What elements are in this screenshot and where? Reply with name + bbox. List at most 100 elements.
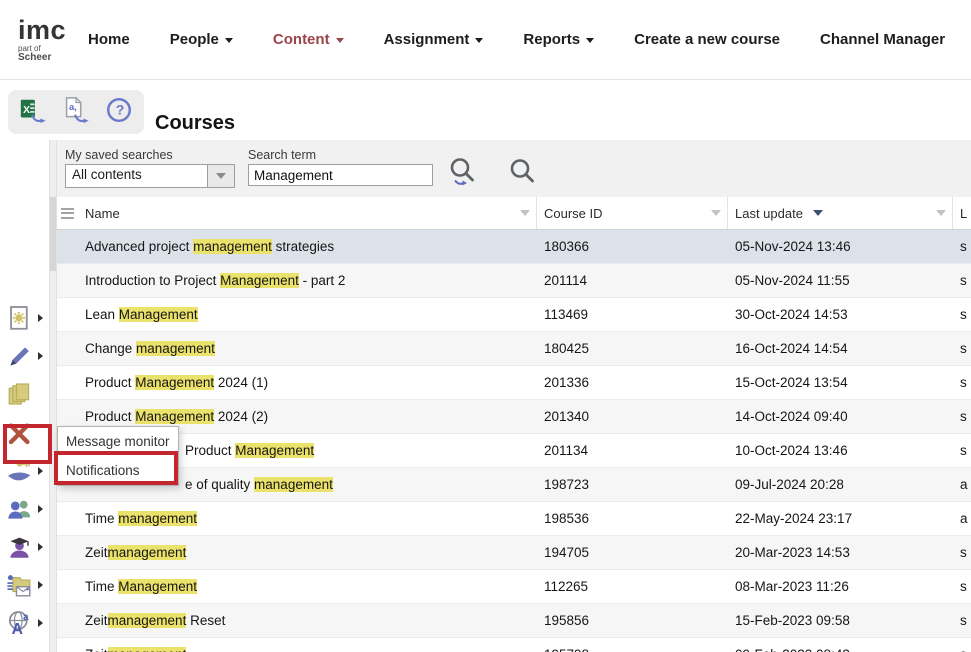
- sidebar-item-document-settings[interactable]: [5, 302, 47, 334]
- excel-export-button[interactable]: X: [16, 95, 50, 129]
- course-id: 113469: [536, 307, 727, 322]
- filter-caret-icon[interactable]: [711, 210, 721, 216]
- search-filter-bar: My saved searches All contents Search te…: [56, 140, 971, 198]
- last-update: 15-Oct-2024 13:54: [727, 375, 952, 390]
- column-settings-icon[interactable]: [57, 208, 85, 219]
- last-update: 30-Oct-2024 14:53: [727, 307, 952, 322]
- svg-text:a,: a,: [69, 102, 77, 112]
- scrollbar-thumb[interactable]: [50, 197, 56, 271]
- owner-truncated: a: [952, 511, 971, 526]
- sidebar-item-edit-pencil[interactable]: [5, 340, 47, 372]
- table-row[interactable]: Advanced project management strategies 1…: [57, 230, 971, 264]
- last-update: 22-May-2024 23:17: [727, 511, 952, 526]
- table-row[interactable]: Introduction to Project Management - par…: [57, 264, 971, 298]
- text-export-button[interactable]: a,: [59, 95, 93, 129]
- owner-truncated: s: [952, 239, 971, 254]
- nav-item-content[interactable]: Content: [273, 31, 344, 48]
- column-header-name[interactable]: Name: [85, 197, 536, 229]
- course-id: 201336: [536, 375, 727, 390]
- course-name: Product Management 2024 (1): [85, 375, 536, 390]
- course-id: 195856: [536, 613, 727, 628]
- owner-truncated: s: [952, 375, 971, 390]
- course-id: 201340: [536, 409, 727, 424]
- search-term-input[interactable]: [248, 164, 433, 186]
- search-term-label: Search term: [248, 148, 316, 162]
- sidebar-item-delete[interactable]: [5, 417, 47, 449]
- table-row[interactable]: Zeitmanagement 194705 20-Mar-2023 14:53 …: [57, 536, 971, 570]
- owner-truncated: a: [952, 477, 971, 492]
- sort-desc-icon: [813, 210, 823, 216]
- svg-text:?: ?: [115, 101, 124, 117]
- search-again-button[interactable]: [444, 156, 480, 192]
- filter-caret-icon[interactable]: [520, 210, 530, 216]
- menu-item-message-monitor[interactable]: Message monitor: [58, 427, 178, 456]
- imc-logo[interactable]: imc part of Scheer: [18, 17, 66, 63]
- column-header-course-id[interactable]: Course ID: [536, 197, 727, 229]
- dropdown-arrow-button[interactable]: [207, 165, 234, 187]
- last-update: 20-Mar-2023 14:53: [727, 545, 952, 560]
- sidebar-item-assign-key[interactable]: [5, 455, 47, 487]
- table-row[interactable]: Product Management 2024 (2) 201340 14-Oc…: [57, 400, 971, 434]
- table-row[interactable]: e of quality management 198723 09-Jul-20…: [57, 468, 971, 502]
- top-navigation: imc part of Scheer Home People Content Assi…: [0, 0, 971, 80]
- action-sidebar: Aa ★★★: [0, 140, 49, 652]
- svg-text:A: A: [12, 620, 23, 637]
- sidebar-item-message-monitor[interactable]: [5, 569, 47, 601]
- sidebar-item-tutor[interactable]: [5, 531, 47, 563]
- owner-truncated: s: [952, 409, 971, 424]
- saved-searches-value: All contents: [66, 165, 207, 187]
- sidebar-item-copy[interactable]: [5, 379, 47, 411]
- svg-text:★: ★: [10, 647, 27, 652]
- flyout-arrow-icon: [38, 314, 43, 322]
- last-update: 08-Mar-2023 11:26: [727, 579, 952, 594]
- nav-item-home[interactable]: Home: [88, 31, 130, 48]
- sidebar-scrollbar[interactable]: [49, 140, 57, 652]
- course-name: Change management: [85, 341, 536, 356]
- saved-searches-dropdown[interactable]: All contents: [65, 164, 235, 188]
- course-id: 198723: [536, 477, 727, 492]
- message-context-menu: Message monitorNotifications: [57, 426, 179, 486]
- flyout-arrow-icon: [38, 505, 43, 513]
- sidebar-item-language[interactable]: Aa: [5, 607, 47, 639]
- delete-icon: [5, 419, 34, 448]
- owner-truncated: s: [952, 579, 971, 594]
- course-name: Zeitmanagement: [85, 647, 536, 652]
- table-row[interactable]: Product Management 2024 (1) 201336 15-Oc…: [57, 366, 971, 400]
- table-row[interactable]: Lean Management 113469 30-Oct-2024 14:53…: [57, 298, 971, 332]
- last-update: 09-Feb-2023 08:43: [727, 647, 952, 652]
- logo-text: imc: [18, 17, 66, 44]
- nav-item-create-a-new-course[interactable]: Create a new course: [634, 31, 780, 48]
- table-row[interactable]: Time Management 112265 08-Mar-2023 11:26…: [57, 570, 971, 604]
- search-button[interactable]: [504, 156, 540, 192]
- flyout-arrow-icon: [38, 352, 43, 360]
- table-row[interactable]: Product Management 201134 10-Oct-2024 13…: [57, 434, 971, 468]
- table-row[interactable]: Zeitmanagement 195798 09-Feb-2023 08:43 …: [57, 638, 971, 652]
- help-button[interactable]: ?: [102, 95, 136, 129]
- table-row[interactable]: Change management 180425 16-Oct-2024 14:…: [57, 332, 971, 366]
- owner-truncated: s: [952, 307, 971, 322]
- filter-caret-icon[interactable]: [936, 210, 946, 216]
- nav-item-people[interactable]: People: [170, 31, 233, 48]
- course-id: 112265: [536, 579, 727, 594]
- table-row[interactable]: Zeitmanagement Reset 195856 15-Feb-2023 …: [57, 604, 971, 638]
- sidebar-item-rating-stars[interactable]: ★★★: [5, 644, 47, 652]
- sidebar-item-participants[interactable]: [5, 493, 47, 525]
- last-update: 05-Nov-2024 11:55: [727, 273, 952, 288]
- nav-item-channel-manager[interactable]: Channel Manager: [820, 31, 945, 48]
- table-row[interactable]: Time management 198536 22-May-2024 23:17…: [57, 502, 971, 536]
- column-header-last-update[interactable]: Last update: [727, 197, 952, 229]
- course-id: 180425: [536, 341, 727, 356]
- edit-pencil-icon: [5, 342, 34, 371]
- menu-item-notifications[interactable]: Notifications: [58, 456, 178, 485]
- column-header-truncated[interactable]: L: [952, 197, 971, 229]
- nav-item-reports[interactable]: Reports: [523, 31, 594, 48]
- owner-truncated: s: [952, 613, 971, 628]
- courses-admin-page: imc part of Scheer HomePeopleContentAssi…: [0, 0, 971, 652]
- nav-item-assignment[interactable]: Assignment: [384, 31, 484, 48]
- owner-truncated: s: [952, 647, 971, 652]
- chevron-down-icon: [336, 38, 344, 43]
- course-name: Time management: [85, 511, 536, 526]
- course-name: Introduction to Project Management - par…: [85, 273, 536, 288]
- message-monitor-icon: [5, 571, 34, 600]
- search-again-icon: [445, 155, 479, 194]
